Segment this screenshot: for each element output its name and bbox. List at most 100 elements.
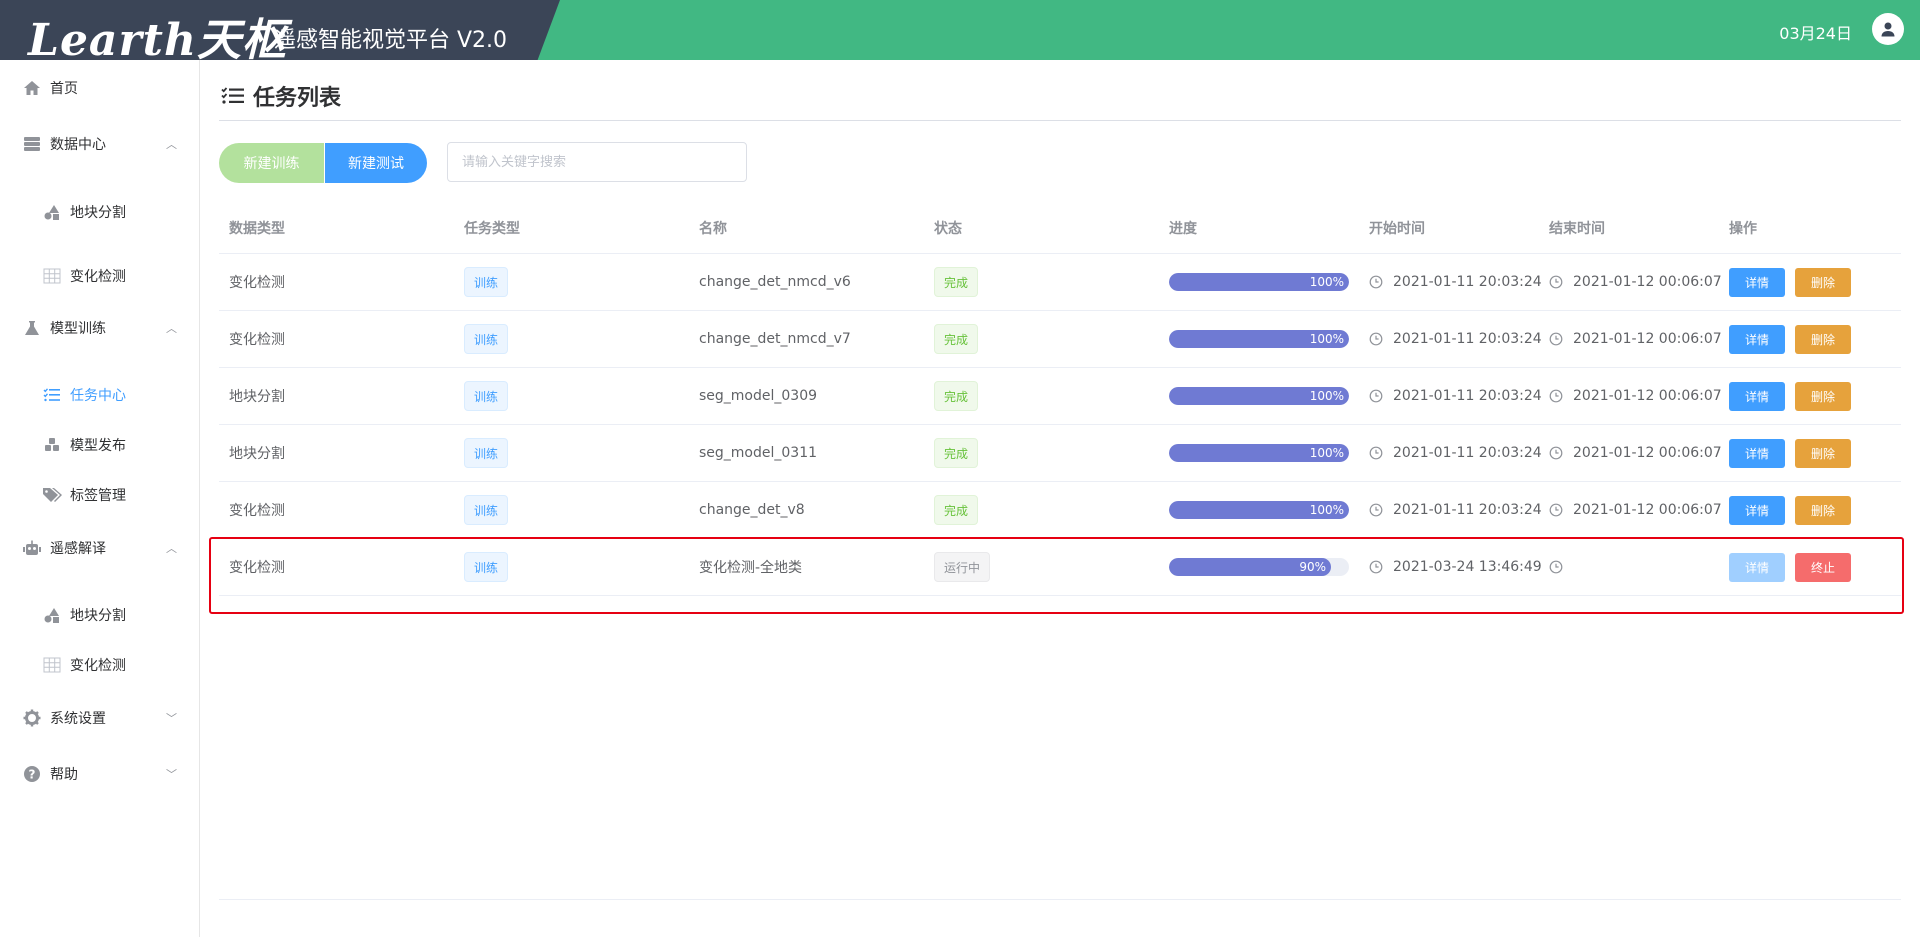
column-header: 开始时间	[1369, 221, 1425, 237]
sidebar-item-settings[interactable]: 系统设置 ﹀	[0, 698, 199, 738]
progress-cell: 100%	[1169, 254, 1349, 310]
progress-bar: 100%	[1169, 501, 1349, 519]
progress-cell: 100%	[1169, 368, 1349, 424]
column-header: 名称	[699, 221, 727, 237]
search-input[interactable]	[447, 142, 747, 182]
progress-cell: 90%	[1169, 539, 1349, 595]
delete-button[interactable]: 删除	[1795, 381, 1851, 411]
grid-icon	[42, 266, 62, 286]
detail-button[interactable]: 详情	[1729, 381, 1785, 411]
delete-button[interactable]: 删除	[1795, 495, 1851, 525]
data-type-cell: 变化检测	[229, 560, 285, 576]
table-row: 地块分割 训练 seg_model_0311 完成 100% 2021-01-11 20:…	[219, 425, 1901, 482]
header-date: 03月24日	[1779, 24, 1852, 43]
sidebar-item-model-publish[interactable]: 模型发布	[0, 425, 199, 465]
sidebar-item-tag-management[interactable]: 标签管理	[0, 475, 199, 515]
progress-bar: 100%	[1169, 330, 1349, 348]
delete-button[interactable]: 删除	[1795, 267, 1851, 297]
sidebar-item-task-center[interactable]: 任务中心	[0, 375, 199, 415]
progress-label: 100%	[1309, 503, 1344, 517]
end-time-cell: 2021-01-12 00:06:07	[1549, 368, 1722, 424]
sidebar-item-interp-change-detection[interactable]: 变化检测	[0, 645, 199, 685]
task-name-cell: change_det_nmcd_v6	[699, 274, 851, 290]
chevron-down-icon: ﹀	[166, 768, 177, 781]
svg-text:?: ?	[29, 768, 36, 782]
sidebar-item-data-center[interactable]: 数据中心 ︿	[0, 124, 199, 164]
new-test-button[interactable]: 新建测试	[324, 143, 427, 183]
clock-icon	[1549, 389, 1573, 403]
sidebar-item-label: 地块分割	[70, 205, 126, 221]
task-type-tag: 训练	[464, 324, 509, 354]
task-type-tag: 训练	[464, 267, 509, 297]
delete-button[interactable]: 删除	[1795, 438, 1851, 468]
task-type-cell: 训练	[464, 368, 509, 424]
status-cell: 完成	[934, 311, 979, 367]
actions-cell: 详情 删除	[1729, 254, 1861, 310]
detail-button[interactable]: 详情	[1729, 267, 1785, 297]
detail-button[interactable]: 详情	[1729, 552, 1785, 582]
chevron-up-icon: ︿	[166, 138, 177, 151]
actions-cell: 详情 终止	[1729, 539, 1861, 595]
progress-label: 100%	[1309, 389, 1344, 403]
column-header: 状态	[934, 221, 962, 237]
sidebar-item-label: 系统设置	[50, 711, 106, 727]
new-training-button[interactable]: 新建训练	[219, 143, 324, 183]
sidebar-item-label: 遥感解译	[50, 541, 106, 557]
status-badge: 完成	[934, 324, 979, 354]
status-cell: 完成	[934, 425, 979, 481]
progress-label: 100%	[1309, 332, 1344, 346]
progress-label: 100%	[1309, 446, 1344, 460]
sidebar: 首页 数据中心 ︿ 地块分割 变化检测 模型训练 ︿ 任务中心 模型发布 标签管…	[0, 60, 200, 937]
clock-icon	[1369, 389, 1393, 403]
clock-icon	[1549, 332, 1573, 346]
delete-button[interactable]: 删除	[1795, 324, 1851, 354]
detail-button[interactable]: 详情	[1729, 438, 1785, 468]
sidebar-item-data-segmentation[interactable]: 地块分割	[0, 192, 199, 232]
app-logo[interactable]: Learth天枢	[28, 4, 287, 60]
chevron-up-icon: ︿	[166, 542, 177, 555]
table-row: 变化检测 训练 change_det_v8 完成 100% 2021-01-11 20:0…	[219, 482, 1901, 539]
progress-fill: 100%	[1169, 330, 1349, 348]
detail-button[interactable]: 详情	[1729, 324, 1785, 354]
actions-cell: 详情 删除	[1729, 368, 1861, 424]
task-type-tag: 训练	[464, 381, 509, 411]
task-name-cell: 变化检测-全地类	[699, 560, 803, 576]
table-row: 变化检测 训练 变化检测-全地类 运行中 90% 2021-03-24 13:46:49 详…	[219, 539, 1901, 596]
table-header: 数据类型 任务类型 名称 状态 进度 开始时间 结束时间 操作	[219, 203, 1901, 254]
data-type-cell: 地块分割	[229, 446, 285, 462]
sidebar-item-data-change-detection[interactable]: 变化检测	[0, 256, 199, 296]
stop-button[interactable]: 终止	[1795, 552, 1851, 582]
progress-cell: 100%	[1169, 482, 1349, 538]
tags-icon	[42, 485, 62, 505]
table-row: 变化检测 训练 change_det_nmcd_v7 完成 100% 2021-01-11…	[219, 311, 1901, 368]
end-time: 2021-01-12 00:06:07	[1573, 331, 1722, 347]
data-type-cell: 地块分割	[229, 389, 285, 405]
user-icon	[1881, 22, 1895, 37]
database-icon	[22, 134, 42, 154]
sidebar-item-interp-segmentation[interactable]: 地块分割	[0, 595, 199, 635]
sidebar-item-home[interactable]: 首页	[0, 68, 199, 108]
task-type-tag: 训练	[464, 438, 509, 468]
end-time: 2021-01-12 00:06:07	[1573, 445, 1722, 461]
logo-panel: Learth天枢 遥感智能视觉平台 V2.0	[0, 0, 560, 60]
status-badge: 运行中	[934, 552, 991, 582]
progress-cell: 100%	[1169, 311, 1349, 367]
status-badge: 完成	[934, 381, 979, 411]
sidebar-item-help[interactable]: ? 帮助 ﹀	[0, 754, 199, 794]
grid-icon	[42, 655, 62, 675]
sidebar-item-interpretation[interactable]: 遥感解译 ︿	[0, 528, 199, 568]
progress-fill: 90%	[1169, 558, 1331, 576]
sidebar-item-model-training[interactable]: 模型训练 ︿	[0, 308, 199, 348]
progress-fill: 100%	[1169, 501, 1349, 519]
platform-name: 遥感智能视觉平台 V2.0	[274, 28, 508, 53]
start-time: 2021-01-11 20:03:24	[1393, 388, 1542, 404]
task-type-tag: 训练	[464, 552, 509, 582]
task-type-cell: 训练	[464, 425, 509, 481]
column-header: 任务类型	[464, 221, 520, 237]
task-name-cell: seg_model_0311	[699, 445, 818, 461]
user-avatar[interactable]	[1872, 13, 1904, 45]
end-time-cell: 2021-01-12 00:06:07	[1549, 254, 1722, 310]
detail-button[interactable]: 详情	[1729, 495, 1785, 525]
task-table: 数据类型 任务类型 名称 状态 进度 开始时间 结束时间 操作 变化检测 训练 ch…	[219, 203, 1901, 596]
status-cell: 完成	[934, 482, 979, 538]
